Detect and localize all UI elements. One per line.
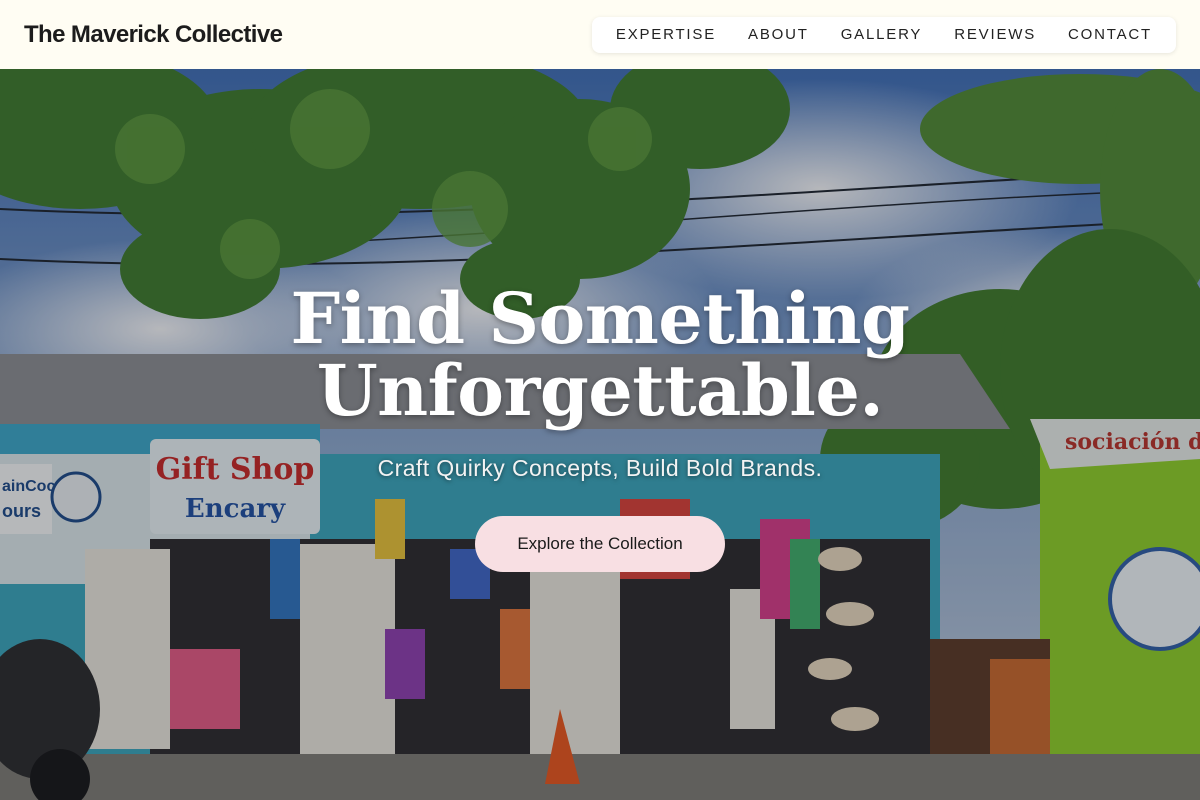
site-header: The Maverick Collective EXPERTISE ABOUT … [0,0,1200,69]
hero-title-line-1: Find Something [290,277,910,360]
hero-subtitle: Craft Quirky Concepts, Build Bold Brands… [377,455,823,481]
main-nav: EXPERTISE ABOUT GALLERY REVIEWS CONTACT [591,16,1176,53]
hero-title-line-2: Unforgettable. [316,349,884,432]
hero-section: Gift Shop Encary ainCoco ours sociación … [0,69,1200,800]
hero-title: Find Something Unforgettable. [0,283,1200,427]
nav-contact[interactable]: CONTACT [1052,17,1168,53]
nav-gallery[interactable]: GALLERY [825,17,939,53]
explore-collection-button[interactable]: Explore the Collection [475,516,725,572]
hero-content: Find Something Unforgettable. Craft Quir… [0,283,1200,572]
nav-reviews[interactable]: REVIEWS [938,17,1052,53]
nav-expertise[interactable]: EXPERTISE [600,17,732,53]
nav-about[interactable]: ABOUT [732,17,825,53]
brand-logo[interactable]: The Maverick Collective [24,21,283,49]
